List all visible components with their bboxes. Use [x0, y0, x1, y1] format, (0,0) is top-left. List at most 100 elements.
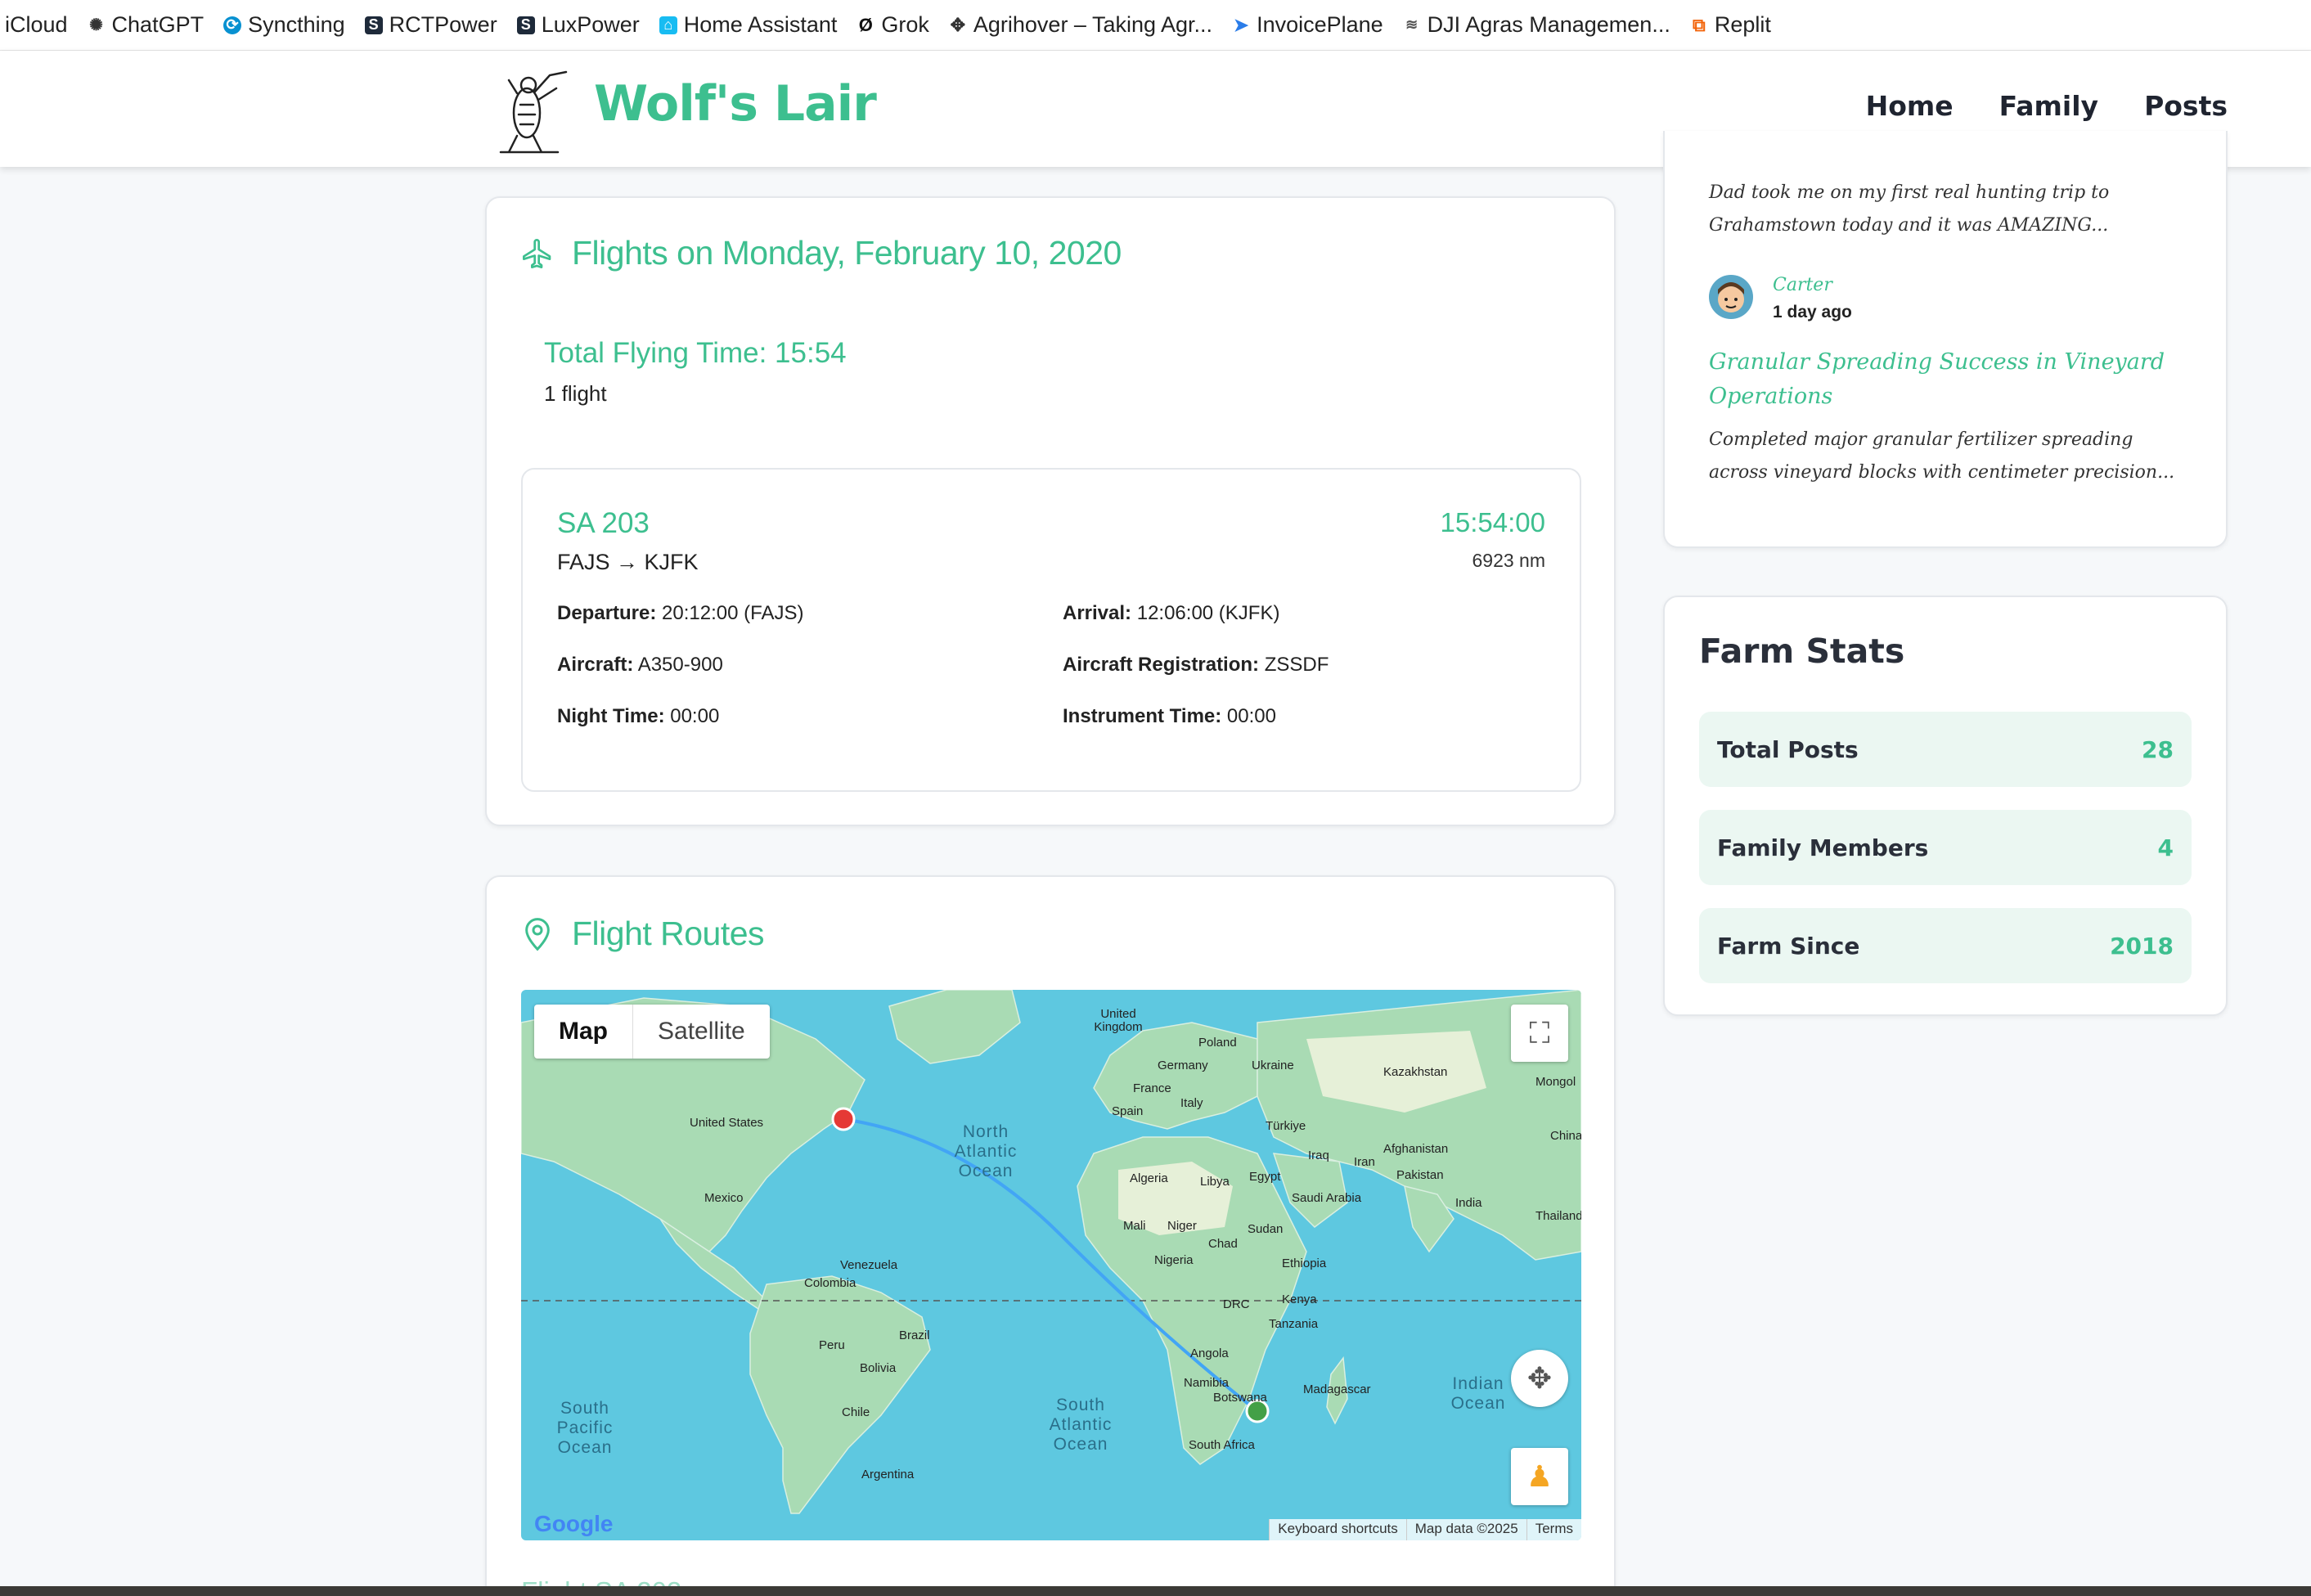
flight-route: FAJS → KJFK	[557, 550, 699, 574]
stat-total-posts: Total Posts 28	[1699, 712, 2192, 787]
destination-marker[interactable]	[831, 1107, 856, 1131]
nav-family[interactable]: Family	[1999, 90, 2098, 122]
post-excerpt[interactable]: Dad took me on my first real hunting tri…	[1709, 177, 2183, 242]
bookmark-agrihover[interactable]: ✥ Agrihover – Taking Agr...	[949, 12, 1212, 38]
map-label-venezuela: Venezuela	[840, 1258, 898, 1272]
bookmark-luxpower[interactable]: S LuxPower	[516, 12, 640, 38]
nav-home[interactable]: Home	[1866, 90, 1954, 122]
farm-stats-heading: Farm Stats	[1699, 632, 1905, 671]
bookmarks-bar: iCloud ✺ ChatGPT ⟳ Syncthing S RCTPower S Lu…	[0, 0, 2311, 51]
map-label-saudi: Saudi Arabia	[1292, 1191, 1362, 1205]
map-label-spain: Spain	[1112, 1104, 1144, 1118]
map-label-indian: Indian Ocean	[1450, 1374, 1506, 1413]
map-label-algeria: Algeria	[1130, 1171, 1168, 1185]
map-label-s-atlantic: South Atlantic Ocean	[1049, 1396, 1113, 1454]
keyboard-shortcuts-link[interactable]: Keyboard shortcuts	[1269, 1519, 1405, 1540]
map-label-namibia: Namibia	[1184, 1376, 1230, 1390]
flight-count: 1 flight	[544, 381, 607, 406]
map-label-chile: Chile	[842, 1405, 870, 1419]
map-label-drc: DRC	[1223, 1297, 1250, 1311]
map-label-ethiopia: Ethiopia	[1282, 1257, 1327, 1270]
map-label-peru: Peru	[819, 1338, 845, 1352]
map-label-tanzania: Tanzania	[1269, 1317, 1319, 1331]
map-label-n-atlantic: North Atlantic Ocean	[954, 1122, 1018, 1180]
bookmark-replit[interactable]: ⧉ Replit	[1690, 12, 1771, 38]
pegman-icon[interactable]: ♟	[1511, 1448, 1568, 1505]
route-map[interactable]: United Kingdom Poland Germany Ukraine Fr…	[521, 990, 1581, 1540]
map-label-mexico: Mexico	[704, 1191, 744, 1205]
map-label-india: India	[1455, 1196, 1482, 1210]
map-label-ukraine: Ukraine	[1252, 1059, 1294, 1072]
recent-posts-card: Dad took me on my first real hunting tri…	[1663, 131, 2228, 548]
wolf-logo-icon[interactable]	[484, 64, 574, 155]
main-nav: Home Family Posts	[1866, 90, 2228, 122]
stat-farm-since: Farm Since 2018	[1699, 908, 2192, 983]
map-label-colombia: Colombia	[804, 1276, 857, 1290]
departure-field: Departure: 20:12:00 (FAJS)	[557, 602, 804, 624]
aircraft-field: Aircraft: A350-900	[557, 654, 723, 676]
terms-link[interactable]: Terms	[1526, 1519, 1581, 1540]
flight-number: SA 203	[557, 507, 650, 539]
map-label-kazakhstan: Kazakhstan	[1383, 1065, 1448, 1079]
post-title[interactable]: Granular Spreading Success in Vineyard O…	[1709, 345, 2183, 414]
flight-routes-card: Flight Routes United Kingdom Poland Germ…	[485, 875, 1616, 1596]
bookmark-grok[interactable]: Ø Grok	[857, 12, 929, 38]
site-title[interactable]: Wolf's Lair	[594, 75, 877, 133]
grok-icon: Ø	[858, 14, 873, 35]
map-label-poland: Poland	[1198, 1036, 1237, 1050]
bookmark-dji-agras[interactable]: ≋ DJI Agras Managemen...	[1403, 12, 1670, 38]
openai-icon: ✺	[89, 16, 103, 34]
avatar-face-icon	[1718, 282, 1744, 312]
satellite-tab[interactable]: Satellite	[633, 1005, 770, 1059]
s-icon: S	[364, 16, 383, 34]
bottom-strip	[0, 1586, 2311, 1596]
bookmark-chatgpt[interactable]: ✺ ChatGPT	[88, 12, 204, 38]
map-footer: Keyboard shortcuts Map data ©2025 Terms	[1269, 1519, 1581, 1540]
map-label-libya: Libya	[1200, 1175, 1230, 1189]
camera-control-icon[interactable]: ✥	[1511, 1350, 1568, 1407]
map-label-madagascar: Madagascar	[1303, 1382, 1371, 1396]
map-label-iraq: Iraq	[1308, 1149, 1329, 1162]
night-time-field: Night Time: 00:00	[557, 705, 720, 727]
flights-card: Flights on Monday, February 10, 2020 Tot…	[485, 196, 1616, 826]
post-author[interactable]: Carter	[1773, 275, 1832, 295]
map-label-s-pacific: South Pacific Ocean	[556, 1399, 614, 1457]
post-excerpt[interactable]: Completed major granular fertilizer spre…	[1709, 424, 2183, 489]
instrument-time-field: Instrument Time: 00:00	[1063, 705, 1276, 727]
map-label-bolivia: Bolivia	[860, 1361, 897, 1375]
airplane-icon	[523, 238, 551, 268]
map-label-thailand: Thailand	[1535, 1209, 1581, 1223]
total-flying-time: Total Flying Time: 15:54	[544, 337, 847, 369]
bookmark-invoiceplane[interactable]: ➤ InvoicePlane	[1232, 12, 1383, 38]
map-label-iran: Iran	[1354, 1155, 1375, 1169]
map-label-southafrica: South Africa	[1189, 1438, 1255, 1452]
map-tab[interactable]: Map	[534, 1005, 633, 1059]
nav-posts[interactable]: Posts	[2144, 90, 2228, 122]
map-label-italy: Italy	[1180, 1096, 1203, 1110]
arrival-field: Arrival: 12:06:00 (KJFK)	[1063, 602, 1280, 624]
avatar	[1709, 275, 1753, 319]
drone-icon: ✥	[950, 14, 966, 35]
post-time: 1 day ago	[1773, 303, 1852, 321]
bookmark-icloud[interactable]: iCloud	[5, 12, 68, 38]
flight-distance: 6923 nm	[1472, 550, 1545, 571]
flight-item[interactable]: SA 203 FAJS → KJFK 15:54:00 6923 nm Depa…	[521, 468, 1581, 792]
map-label-sudan: Sudan	[1248, 1222, 1284, 1236]
paper-plane-icon: ➤	[1233, 14, 1249, 35]
map-label-china: China	[1550, 1129, 1581, 1143]
map-label-mongolia: Mongol	[1535, 1075, 1576, 1089]
map-type-toggle: Map Satellite	[534, 1005, 770, 1059]
bookmark-rctpower[interactable]: S RCTPower	[364, 12, 497, 38]
flight-routes-heading: Flight Routes	[521, 915, 765, 953]
map-label-kenya: Kenya	[1282, 1293, 1317, 1306]
home-assistant-icon: ⌂	[659, 16, 677, 34]
stat-family-members: Family Members 4	[1699, 810, 2192, 885]
map-label-germany: Germany	[1158, 1059, 1208, 1072]
map-label-turkiye: Türkiye	[1266, 1119, 1306, 1133]
fullscreen-icon[interactable]: ⛶	[1511, 1005, 1568, 1062]
replit-icon: ⧉	[1692, 14, 1706, 35]
bookmark-syncthing[interactable]: ⟳ Syncthing	[223, 12, 345, 38]
bookmark-home-assistant[interactable]: ⌂ Home Assistant	[659, 12, 837, 38]
map-label-nigeria: Nigeria	[1154, 1253, 1194, 1267]
map-label-france: France	[1133, 1081, 1171, 1095]
